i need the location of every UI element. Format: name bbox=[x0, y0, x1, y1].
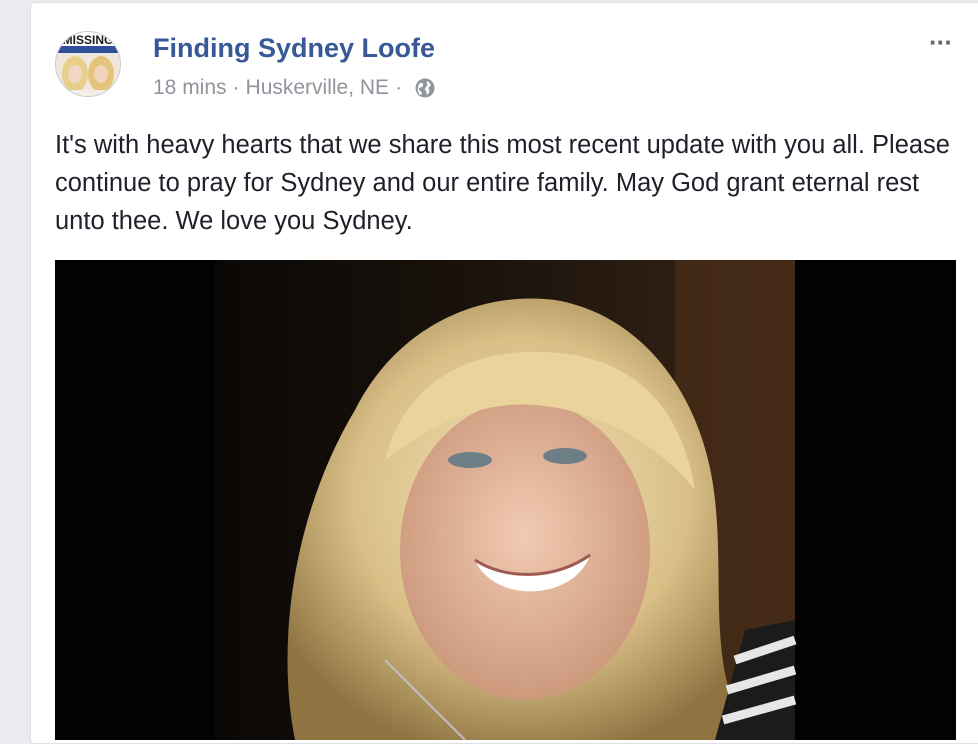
page-name-link[interactable]: Finding Sydney Loofe bbox=[153, 33, 435, 64]
avatar-missing-text: MISSING bbox=[63, 33, 114, 47]
post-card: MISSING Finding Sydney Loofe 18 mins · H… bbox=[30, 2, 978, 744]
more-options-button[interactable]: ··· bbox=[929, 27, 953, 58]
post-timestamp[interactable]: 18 mins bbox=[153, 76, 227, 100]
post-location[interactable]: Huskerville, NE bbox=[246, 76, 390, 100]
page-avatar[interactable]: MISSING bbox=[55, 31, 121, 97]
post-text: It's with heavy hearts that we share thi… bbox=[55, 131, 950, 235]
globe-icon[interactable] bbox=[414, 77, 436, 99]
avatar-image: MISSING bbox=[56, 32, 120, 96]
meta-separator-2: · bbox=[395, 76, 403, 99]
post-photo[interactable] bbox=[55, 260, 956, 740]
meta-separator: · bbox=[232, 76, 240, 99]
photo-image bbox=[55, 260, 956, 740]
post-meta: 18 mins · Huskerville, NE · bbox=[153, 76, 436, 100]
